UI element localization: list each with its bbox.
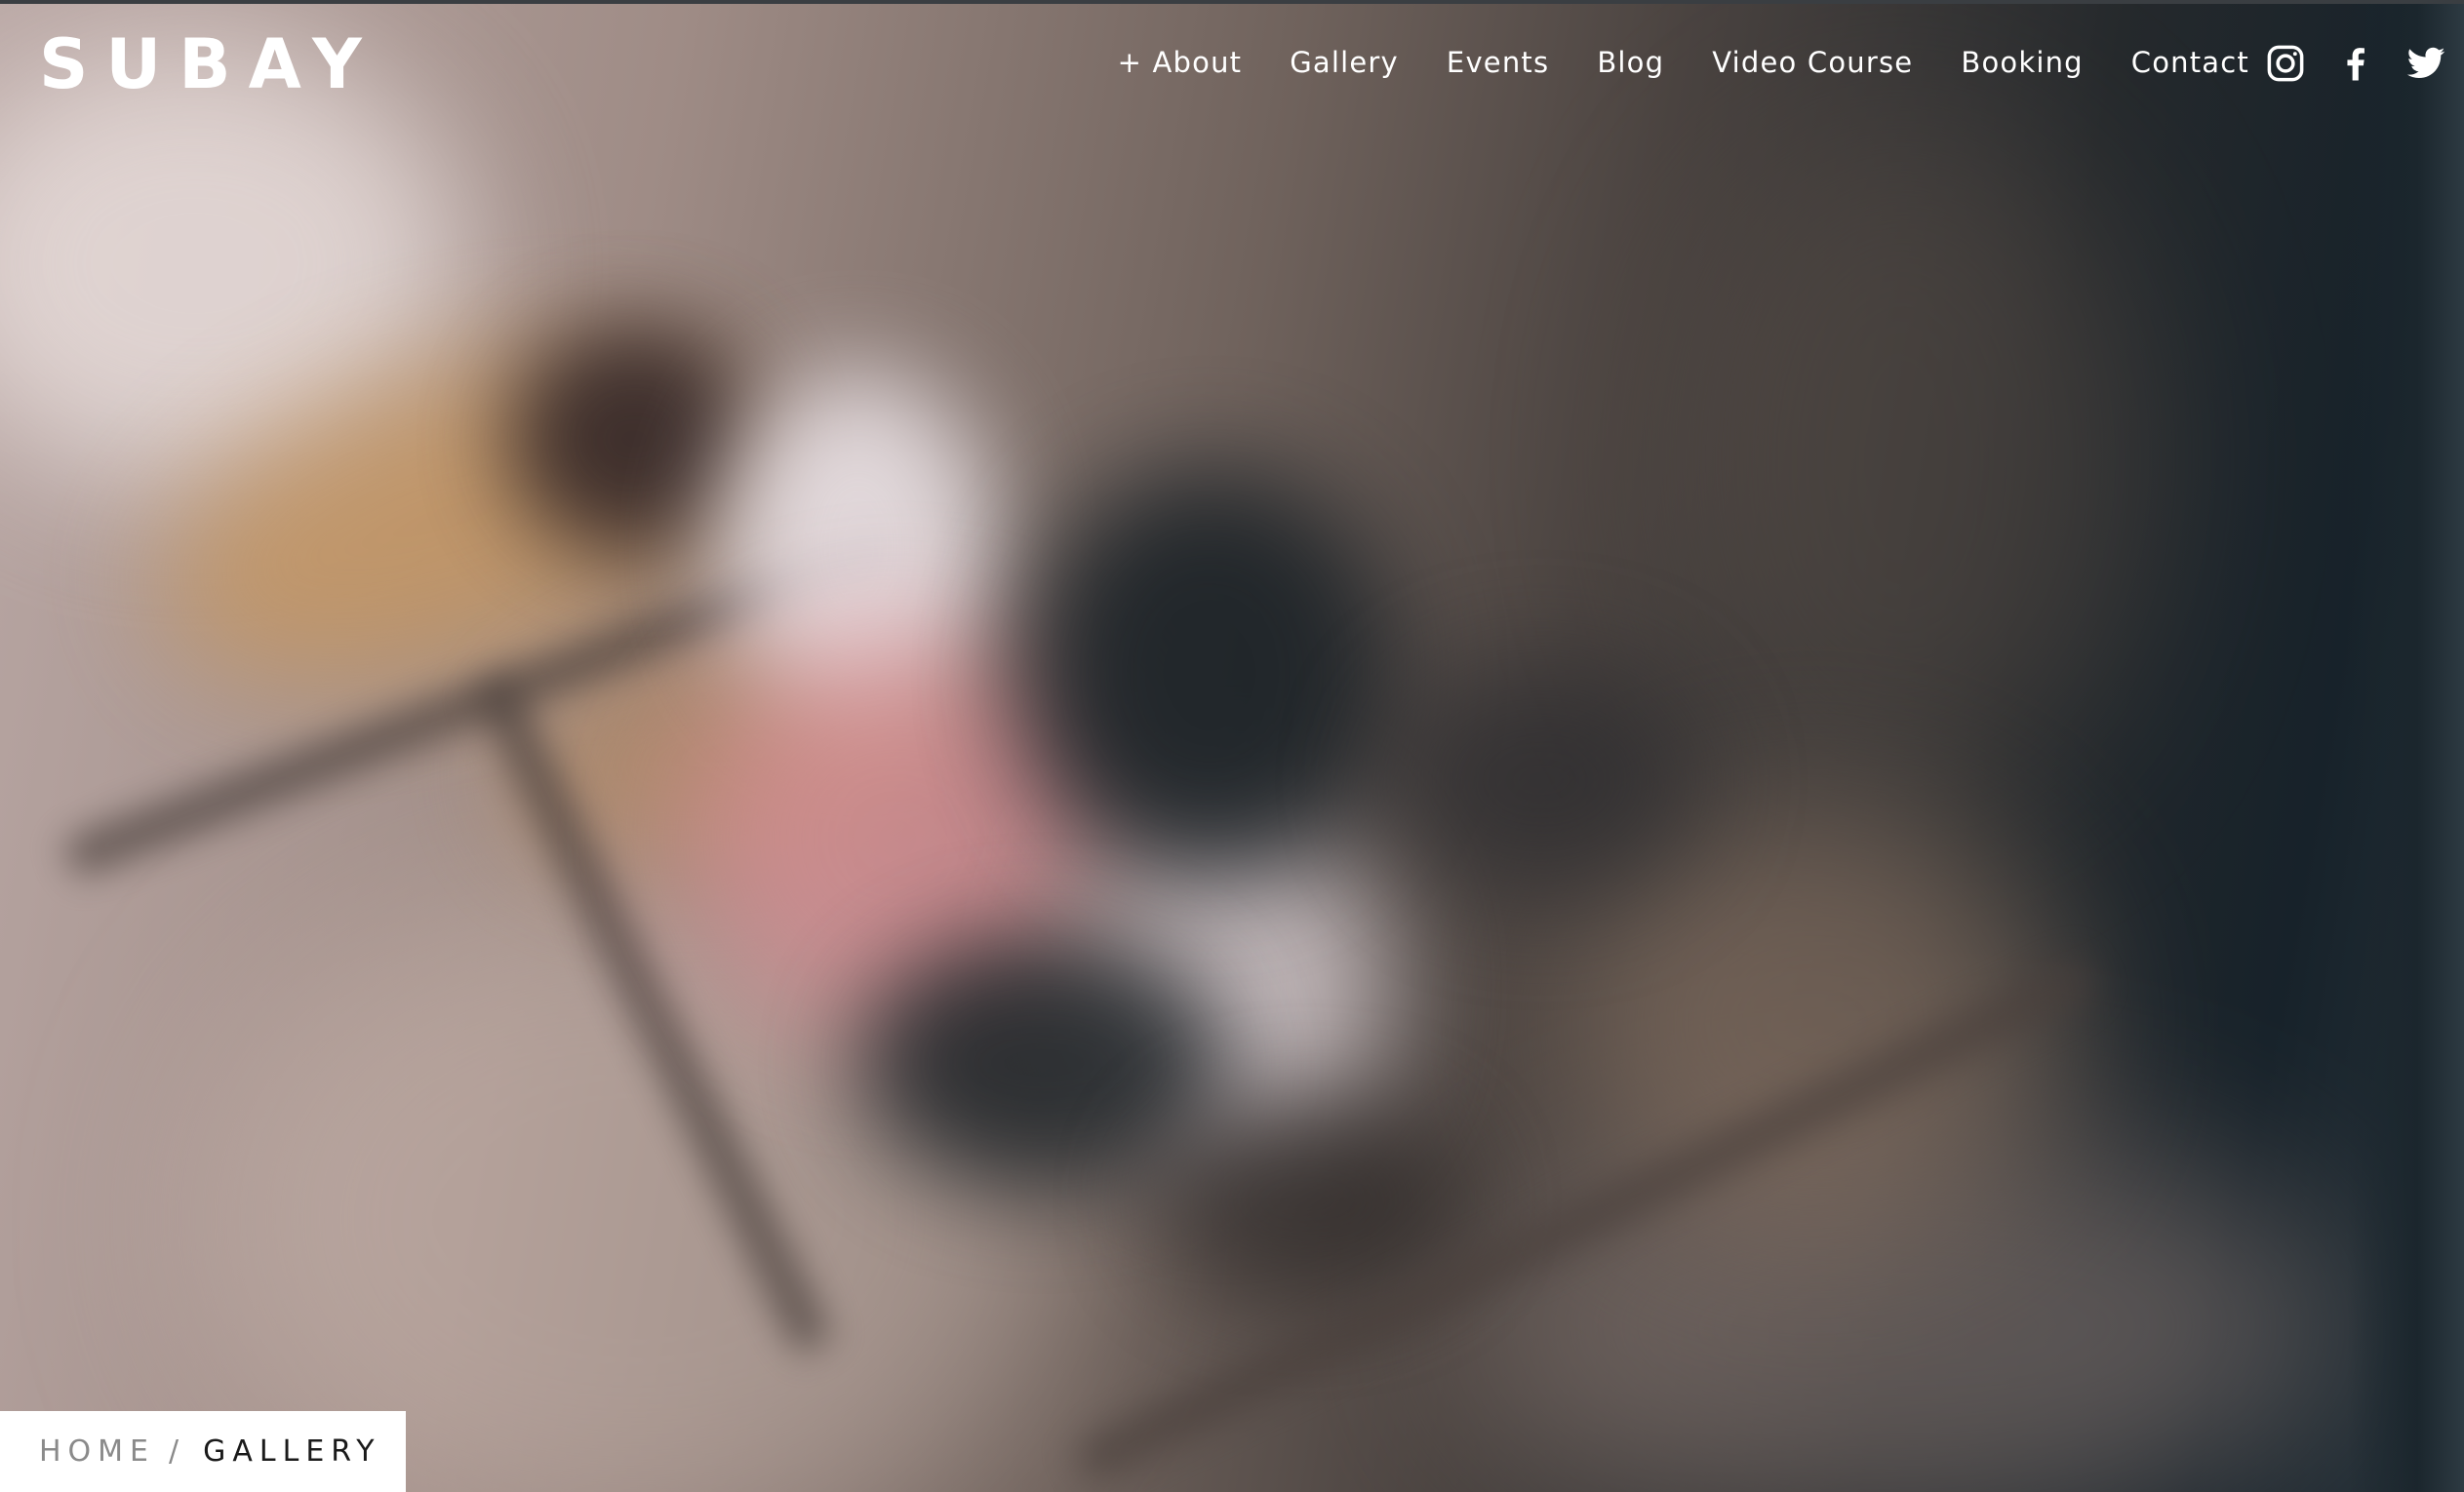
- nav-item-contact[interactable]: Contact: [2131, 43, 2249, 82]
- breadcrumb-home-link[interactable]: HOME: [39, 1434, 155, 1469]
- top-rule: [0, 0, 2464, 4]
- main-nav: + About Gallery Events Blog Video Course…: [1118, 43, 2249, 82]
- hero-blur-region: [1658, 117, 2146, 800]
- hero-blur-region: [1024, 468, 1395, 878]
- nav-item-blog[interactable]: Blog: [1597, 43, 1664, 82]
- nav-item-events[interactable]: Events: [1447, 43, 1549, 82]
- breadcrumb-separator: /: [169, 1434, 186, 1469]
- hero-background-image: [0, 0, 2464, 1492]
- site-header: SUBAY + About Gallery Events Blog Video …: [0, 0, 2464, 137]
- instagram-icon[interactable]: [2265, 43, 2306, 84]
- hero-right-shade: [2347, 0, 2464, 1492]
- nav-item-video-course[interactable]: Video Course: [1712, 43, 1913, 82]
- nav-item-gallery[interactable]: Gallery: [1290, 43, 1399, 82]
- twitter-icon[interactable]: [2405, 43, 2446, 84]
- hero-blur-region: [1385, 663, 1697, 897]
- breadcrumb-current-page: GALLERY: [203, 1434, 381, 1469]
- hero-blur-region: [1151, 1102, 1463, 1297]
- breadcrumb: HOME / GALLERY: [0, 1411, 406, 1492]
- facebook-icon[interactable]: [2335, 43, 2376, 84]
- nav-item-about[interactable]: + About: [1118, 43, 1243, 82]
- nav-item-booking[interactable]: Booking: [1961, 43, 2083, 82]
- social-links: [2265, 43, 2446, 84]
- site-logo[interactable]: SUBAY: [39, 25, 379, 103]
